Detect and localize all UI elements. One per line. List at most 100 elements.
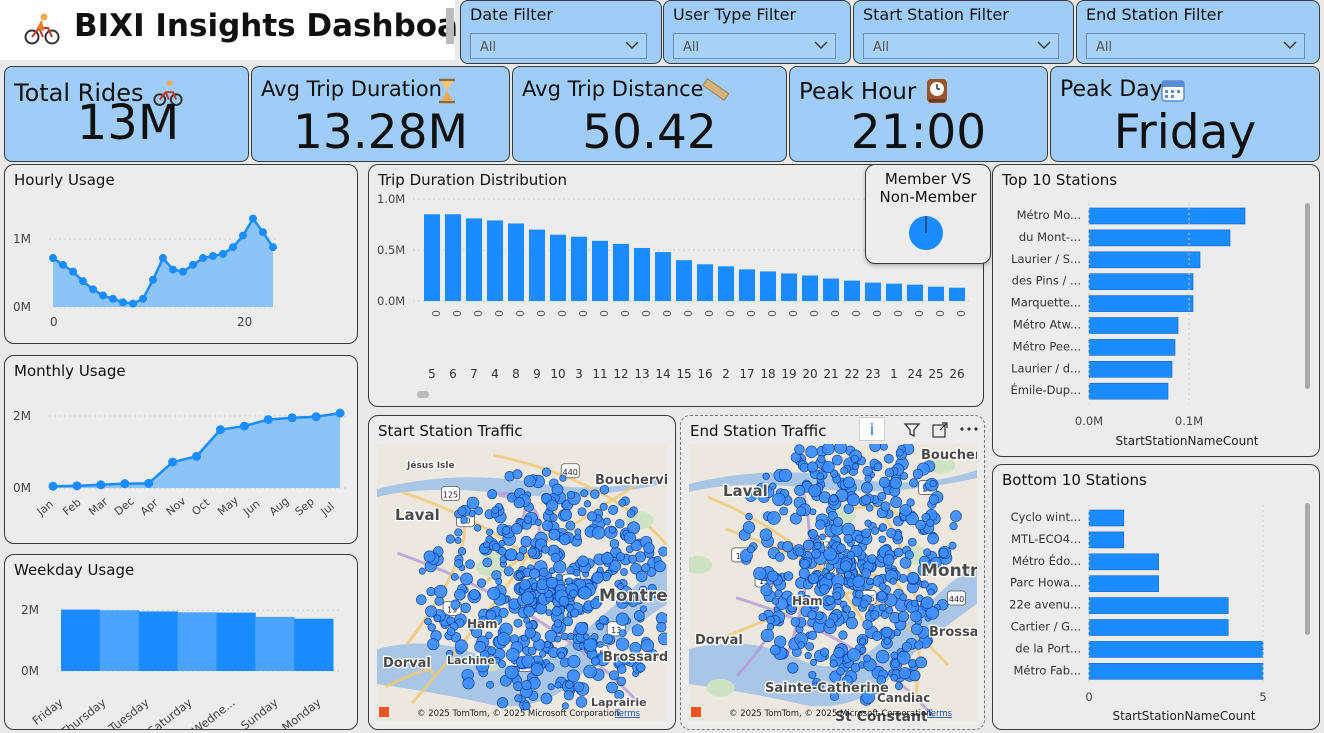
focus-mode-icon[interactable] xyxy=(931,421,949,439)
title-scrollbar[interactable] xyxy=(446,8,454,44)
station-bubble xyxy=(847,493,860,507)
x-tick-label: Nov xyxy=(164,494,189,518)
station-bubble xyxy=(523,605,535,617)
station-bubble xyxy=(586,511,598,522)
x-tick-label: 2 xyxy=(722,367,730,381)
info-icon[interactable]: i xyxy=(859,417,885,441)
station-bubble xyxy=(491,506,500,514)
more-options-icon[interactable] xyxy=(959,423,979,435)
bar xyxy=(445,214,461,301)
station-bubble xyxy=(836,543,846,553)
x-tick-label: 21 xyxy=(823,367,838,381)
station-bubble xyxy=(515,572,523,580)
weekday-usage-panel[interactable]: Weekday Usage 0M 2M Friday Thursday Tuesday S… xyxy=(4,554,358,730)
date-filter-dropdown[interactable]: All xyxy=(470,33,647,59)
station-bubble xyxy=(878,582,887,591)
station-bubble xyxy=(767,570,779,582)
y-tick-label: 0M xyxy=(13,481,31,495)
data-point xyxy=(119,298,127,307)
sub-tick-label: 0 xyxy=(513,310,526,317)
station-bubble xyxy=(639,605,648,613)
vertical-scrollbar[interactable] xyxy=(1305,203,1310,389)
data-point xyxy=(144,478,154,488)
kpi-avg-trip-distance-label: Avg Trip Distance xyxy=(522,77,704,101)
station-bubble xyxy=(817,455,826,464)
station-bubble xyxy=(550,552,561,563)
kpi-avg-trip-distance: Avg Trip Distance 50.42 xyxy=(512,66,787,162)
filter-icon[interactable] xyxy=(903,421,921,439)
map-terms-link[interactable]: Terms xyxy=(926,709,953,719)
sub-tick-label: 0 xyxy=(723,310,736,317)
station-bubble xyxy=(885,606,894,614)
station-bubble xyxy=(541,545,550,554)
station-bubble xyxy=(544,641,552,649)
station-bubble xyxy=(866,577,874,586)
station-bubble xyxy=(878,603,887,612)
station-bubble xyxy=(886,527,897,539)
station-bubble xyxy=(599,502,608,511)
hourly-usage-panel[interactable]: Hourly Usage 0M 1M 0 20 xyxy=(4,164,358,344)
start-station-traffic-panel[interactable]: Start Station Traffic 125440191513520132… xyxy=(368,415,676,730)
station-bubble xyxy=(808,529,818,539)
x-tick-label: 26 xyxy=(949,367,964,381)
sub-tick-label: 0 xyxy=(639,310,652,317)
station-bubble xyxy=(559,474,567,482)
data-point xyxy=(129,299,137,308)
station-bubble xyxy=(425,605,438,618)
area-segment xyxy=(177,612,217,671)
station-bubble xyxy=(825,573,833,581)
bottom10-stations-panel[interactable]: Bottom 10 Stations Cyclo wint... MTL-ECO4… xyxy=(992,464,1320,730)
x-tick-label: 15 xyxy=(676,367,691,381)
bar xyxy=(550,234,566,301)
kpi-peak-day-value: Friday xyxy=(1113,105,1257,160)
station-bubble xyxy=(819,584,830,595)
start-station-filter-dropdown[interactable]: All xyxy=(863,33,1059,59)
station-bubble xyxy=(823,547,837,561)
user-type-filter-label: User Type Filter xyxy=(673,5,797,24)
station-bubble xyxy=(899,593,908,602)
bar xyxy=(1088,273,1194,290)
vertical-scrollbar[interactable] xyxy=(1305,503,1310,635)
member-pie-chart xyxy=(909,216,943,250)
clock-icon xyxy=(927,79,947,103)
date-filter: Date Filter All xyxy=(460,0,662,64)
station-bubble xyxy=(843,533,853,544)
map-terms-link[interactable]: Terms xyxy=(614,709,641,719)
bar xyxy=(928,286,944,301)
station-bubble xyxy=(847,647,861,662)
station-bubble xyxy=(843,605,851,613)
data-point xyxy=(72,481,82,491)
station-bubble xyxy=(852,575,865,588)
user-type-filter-dropdown[interactable]: All xyxy=(673,33,836,59)
station-bubble xyxy=(618,498,627,507)
bar xyxy=(1088,317,1179,334)
top10-stations-panel[interactable]: Top 10 Stations Métro Mo... du Mont-... La… xyxy=(992,164,1320,457)
category-label: Métro Mo... xyxy=(1017,208,1081,222)
end-station-filter-dropdown[interactable]: All xyxy=(1086,33,1305,59)
chevron-down-icon xyxy=(625,41,639,49)
monthly-usage-panel[interactable]: Monthly Usage 0M 2M Jan Feb Mar Dec Apr Nov Oct M… xyxy=(4,355,358,544)
station-bubble xyxy=(774,589,783,598)
station-bubble xyxy=(770,644,781,656)
station-bubble xyxy=(573,681,584,693)
x-tick-label: 5 xyxy=(428,367,436,381)
category-label: Laurier / S... xyxy=(1011,252,1081,266)
station-bubble xyxy=(457,547,467,556)
horizontal-scrollbar[interactable] xyxy=(417,391,429,398)
station-bubble xyxy=(912,468,924,480)
x-tick-label: 13 xyxy=(634,367,649,381)
end-station-map[interactable]: 44019151352013220125LavalBouchervilleMon… xyxy=(689,444,977,721)
member-vs-nonmember-panel[interactable]: Member VS Non-Member xyxy=(865,164,991,264)
map-place-label: Montreal xyxy=(599,586,667,606)
station-bubble xyxy=(454,588,466,601)
y-tick-label: 0.5M xyxy=(377,243,405,257)
end-station-traffic-panel[interactable]: End Station Traffic i 440191513520132201… xyxy=(680,415,985,730)
start-station-map[interactable]: 12544019151352013220Jésus IsleLavalBouch… xyxy=(377,444,667,721)
x-tick-label: 7 xyxy=(470,367,478,381)
area-segment xyxy=(99,610,140,671)
area-fill xyxy=(53,413,340,488)
station-bubble xyxy=(871,526,880,535)
station-bubble xyxy=(742,521,756,534)
station-bubble xyxy=(446,627,456,636)
station-bubble xyxy=(504,548,518,561)
